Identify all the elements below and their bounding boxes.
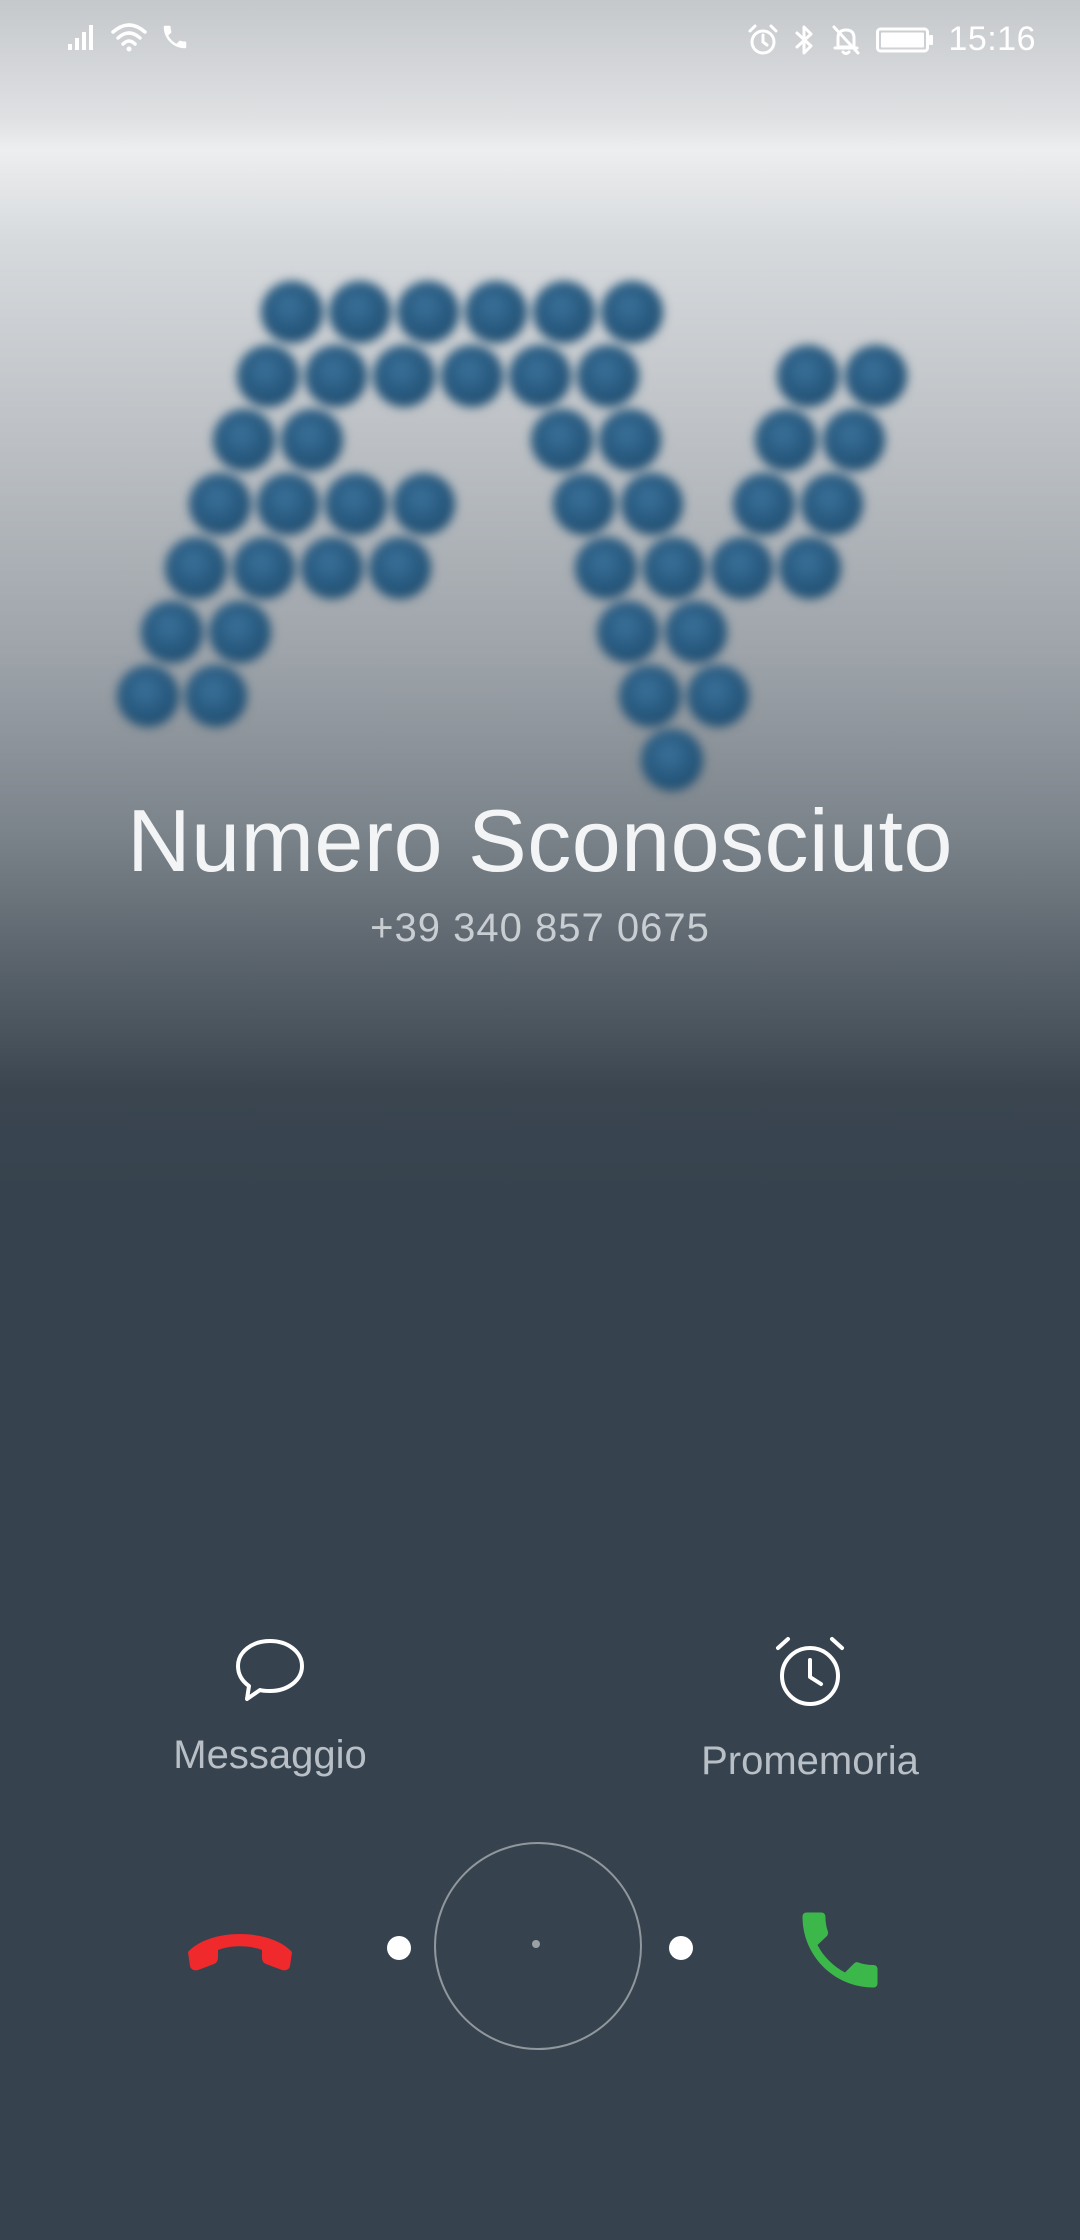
logo-dot — [465, 281, 527, 343]
logo-dot — [325, 473, 387, 535]
logo-dot — [213, 409, 275, 471]
logo-dot — [601, 281, 663, 343]
slider-center-dot — [532, 1940, 540, 1948]
logo-dot — [845, 345, 907, 407]
logo-dot — [237, 345, 299, 407]
message-label: Messaggio — [173, 1733, 367, 1777]
slider-left-dot — [387, 1936, 411, 1960]
chat-bubble-icon — [233, 1636, 307, 1709]
logo-dot — [209, 601, 271, 663]
logo-dot — [553, 473, 615, 535]
logo-dot — [801, 473, 863, 535]
status-time: 15:16 — [948, 20, 1036, 58]
logo-dot — [281, 409, 343, 471]
logo-dot — [189, 473, 251, 535]
logo-dot — [301, 537, 363, 599]
alarm-clock-icon — [773, 1636, 847, 1715]
logo-dot — [397, 281, 459, 343]
caller-avatar-logo — [110, 270, 970, 810]
logo-dot — [665, 601, 727, 663]
logo-dot — [755, 409, 817, 471]
battery-icon — [876, 25, 934, 55]
bluetooth-icon — [794, 23, 816, 57]
logo-dot — [733, 473, 795, 535]
logo-dot — [185, 665, 247, 727]
logo-dot — [599, 409, 661, 471]
caller-number: +39 340 857 0675 — [370, 906, 710, 950]
call-answer-slider — [0, 1840, 1080, 2056]
logo-dot — [509, 345, 571, 407]
logo-dot — [687, 665, 749, 727]
logo-dot — [117, 665, 179, 727]
logo-dot — [329, 281, 391, 343]
logo-dot — [533, 281, 595, 343]
signal-icon — [66, 22, 98, 52]
logo-dot — [441, 345, 503, 407]
logo-dot — [141, 601, 203, 663]
logo-dot — [233, 537, 295, 599]
wifi-icon — [110, 22, 148, 52]
status-bar-left — [66, 22, 190, 52]
slider-right-dot — [669, 1936, 693, 1960]
logo-dot — [257, 473, 319, 535]
logo-dot — [373, 345, 435, 407]
logo-dot — [305, 345, 367, 407]
slider-handle[interactable] — [434, 1842, 642, 2050]
logo-dot — [531, 409, 593, 471]
status-bar: 15:16 — [0, 0, 1080, 80]
reminder-button[interactable]: Promemoria — [650, 1636, 970, 1784]
phone-hangup-icon — [180, 1934, 300, 1992]
logo-dot — [779, 537, 841, 599]
message-button[interactable]: Messaggio — [110, 1636, 430, 1778]
logo-dot — [711, 537, 773, 599]
logo-dot — [777, 345, 839, 407]
decline-call-button[interactable] — [180, 1908, 300, 1988]
answer-call-button[interactable] — [790, 1900, 890, 2000]
logo-dot — [261, 281, 323, 343]
call-active-icon — [160, 22, 190, 52]
logo-dot — [165, 537, 227, 599]
incoming-call-screen: 15:16 Numero Sconosciuto +39 340 857 067… — [0, 0, 1080, 2240]
logo-dot — [621, 473, 683, 535]
logo-dot — [619, 665, 681, 727]
logo-dot — [575, 537, 637, 599]
logo-dot — [393, 473, 455, 535]
logo-dot — [597, 601, 659, 663]
caller-name: Numero Sconosciuto — [127, 791, 953, 890]
logo-dot — [823, 409, 885, 471]
alarm-icon — [746, 23, 780, 57]
status-bar-right: 15:16 — [746, 20, 1036, 59]
logo-dot — [369, 537, 431, 599]
reminder-label: Promemoria — [701, 1739, 919, 1783]
logo-dot — [641, 729, 703, 791]
logo-dot — [643, 537, 705, 599]
logo-dot — [577, 345, 639, 407]
notifications-off-icon — [830, 23, 862, 57]
phone-answer-icon — [790, 1912, 890, 2004]
